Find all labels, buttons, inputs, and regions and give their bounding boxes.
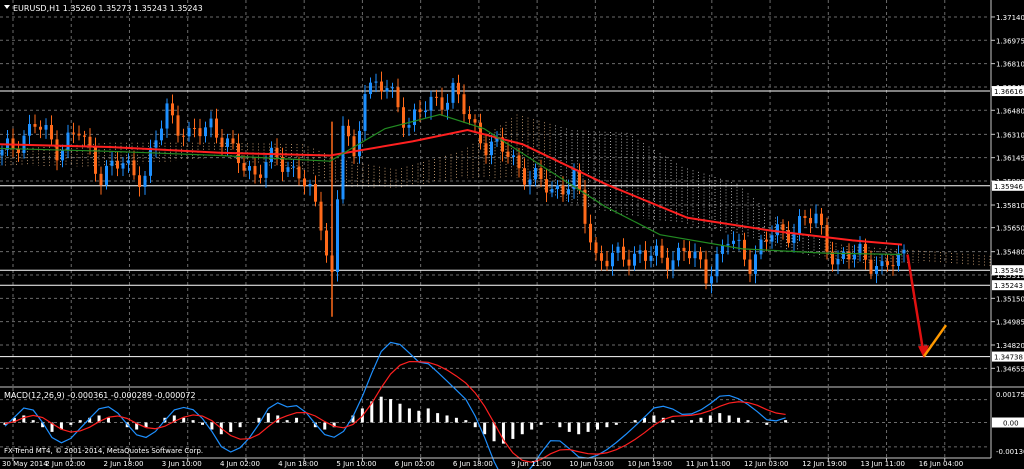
price-marker-label: 1.36616	[992, 86, 1024, 97]
price-tick-label: 1.37140	[996, 14, 1024, 22]
time-tick-label: 12 Jun 03:00	[744, 460, 788, 468]
time-tick-label: 4 Jun 02:00	[220, 460, 260, 468]
price-tick-label: 1.36310	[996, 131, 1024, 139]
macd-tick: 0.00175	[996, 391, 1024, 399]
price-tick-label: 1.36810	[996, 61, 1024, 69]
time-tick-label: 10 Jun 19:00	[628, 460, 672, 468]
price-tick-label: 1.35480	[996, 249, 1024, 257]
time-tick-label: 2 Jun 02:00	[45, 460, 85, 468]
copyright-text: FX-Trend MT4, © 2001-2014, MetaQuotes So…	[4, 447, 203, 455]
trading-chart[interactable]: 1.371401.369751.368101.366451.364801.363…	[0, 0, 1024, 469]
candle	[341, 116, 345, 204]
price-tick-label: 1.35650	[996, 225, 1024, 233]
time-tick-label: 5 Jun 10:00	[336, 460, 376, 468]
price-tick-label: 1.36145	[996, 155, 1024, 163]
price-marker-label: 1.35946	[992, 180, 1024, 191]
time-tick-label: 10 Jun 03:00	[569, 460, 613, 468]
macd-tick: 0.00	[992, 417, 1024, 428]
price-marker-label: 1.34738	[992, 351, 1024, 362]
price-tick-label: 1.36480	[996, 107, 1024, 115]
candle	[336, 190, 339, 282]
time-tick-label: 16 Jun 04:00	[919, 460, 963, 468]
svg-text:0.00: 0.00	[1003, 420, 1019, 428]
price-marker-label: 1.35349	[992, 265, 1024, 276]
time-tick-label: 30 May 2014	[2, 460, 48, 468]
time-tick-label: 11 Jun 11:00	[686, 460, 730, 468]
chart-header: EURUSD,H1 1.35260 1.35273 1.35243 1.3524…	[4, 4, 203, 13]
price-tick-label: 1.34820	[996, 342, 1024, 350]
svg-text:1.34738: 1.34738	[994, 354, 1023, 362]
time-tick-label: 4 Jun 18:00	[278, 460, 318, 468]
price-tick-label: 1.36975	[996, 37, 1024, 45]
time-tick-label: 3 Jun 10:00	[162, 460, 202, 468]
price-marker-label: 1.35243	[992, 280, 1024, 291]
macd-tick: -0.00136	[996, 448, 1024, 456]
svg-text:-0.00136: -0.00136	[996, 448, 1024, 456]
price-tick-label: 1.34985	[996, 319, 1024, 327]
svg-text:1.36616: 1.36616	[994, 88, 1023, 96]
time-tick-label: 2 Jun 18:00	[103, 460, 143, 468]
chart-title: EURUSD,H1 1.35260 1.35273 1.35243 1.3524…	[13, 4, 203, 13]
time-tick-label: 6 Jun 18:00	[453, 460, 493, 468]
svg-text:1.35243: 1.35243	[994, 282, 1023, 290]
time-tick-label: 13 Jun 11:00	[861, 460, 905, 468]
time-tick-label: 12 Jun 19:00	[802, 460, 846, 468]
price-tick-label: 1.35810	[996, 202, 1024, 210]
svg-text:1.35349: 1.35349	[994, 267, 1023, 275]
svg-text:1.35946: 1.35946	[994, 183, 1023, 191]
macd-label: MACD(12,26,9) -0.000361 -0.000289 -0.000…	[4, 391, 196, 400]
price-tick-label: 1.34655	[996, 365, 1024, 373]
price-tick-label: 1.35150	[996, 295, 1024, 303]
time-tick-label: 9 Jun 11:00	[511, 460, 551, 468]
time-tick-label: 6 Jun 02:00	[395, 460, 435, 468]
svg-text:0.00175: 0.00175	[996, 391, 1024, 399]
